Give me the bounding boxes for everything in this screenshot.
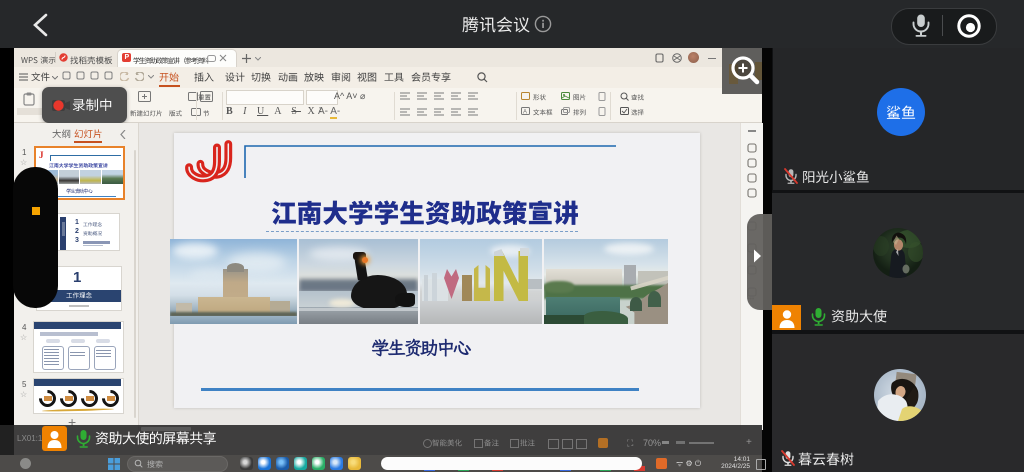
svg-text:A: A [523, 110, 527, 116]
